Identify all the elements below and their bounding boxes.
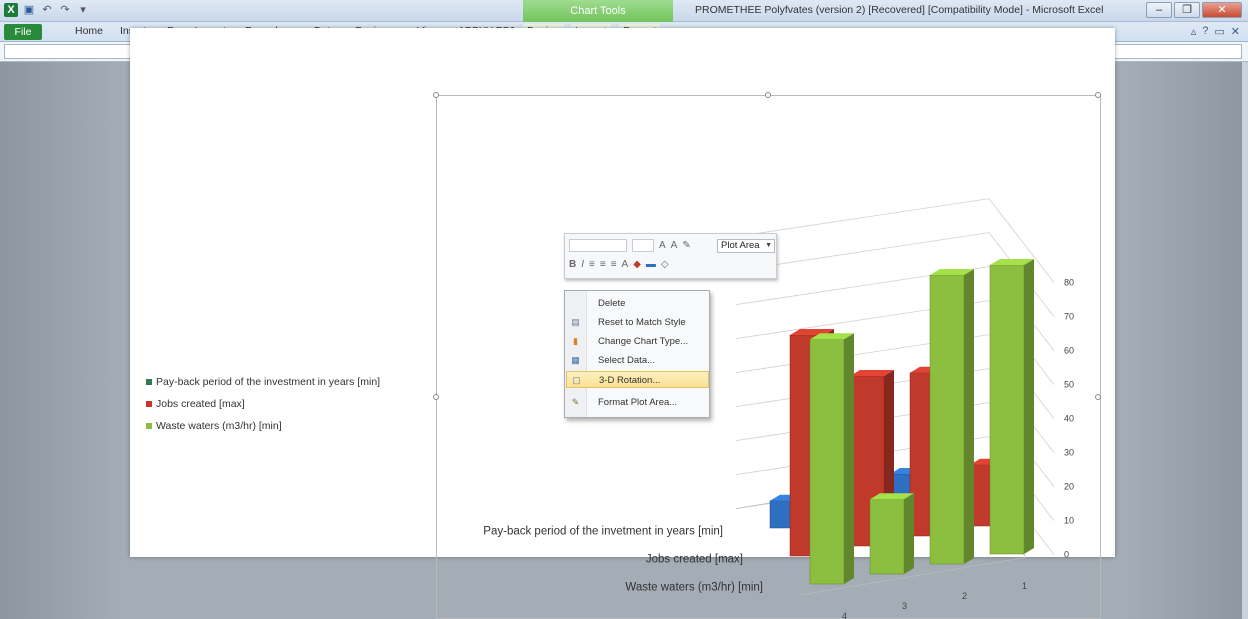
line-color-icon[interactable]: ▬ (646, 259, 656, 270)
chart-element-label: Plot Area (721, 240, 760, 251)
chart-tools-label: Chart Tools (523, 0, 673, 22)
undo-icon[interactable]: ↶ (40, 3, 54, 17)
excel-icon[interactable]: X (4, 3, 18, 17)
bold-icon[interactable]: B (569, 259, 576, 270)
help-icon[interactable]: ? (1202, 25, 1208, 38)
font-color-icon[interactable]: A (622, 259, 629, 270)
maximize-button[interactable]: ❐ (1174, 2, 1200, 18)
legend-item[interactable]: Waste waters (m3/hr) [min] (146, 415, 380, 437)
close-button[interactable]: ✕ (1202, 2, 1242, 18)
legend-label: Waste waters (m3/hr) [min] (156, 420, 282, 432)
menu-item-change-chart-type[interactable]: ▮ Change Chart Type... (566, 333, 709, 350)
mini-toolbar-row-font: A A ✎ (569, 239, 691, 252)
chart-icon: ▮ (573, 336, 578, 346)
menu-item-label: Change Chart Type... (598, 336, 689, 347)
shrink-font-icon[interactable]: A (671, 240, 678, 251)
customize-qat-icon[interactable]: ▾ (76, 3, 90, 17)
legend-label: Pay-back period of the investment in yea… (156, 376, 381, 388)
fill-color-icon[interactable]: ◆ (633, 259, 641, 270)
paint-icon[interactable]: ✎ (682, 240, 690, 251)
reset-icon: ▤ (571, 317, 580, 327)
title-bar: X ▣ ↶ ↷ ▾ Chart Tools PROMETHEE Polyfvat… (0, 0, 1248, 22)
legend-item[interactable]: Pay-back period of the investment in yea… (146, 371, 380, 393)
tab-home[interactable]: Home (75, 25, 103, 37)
menu-item-label: 3-D Rotation... (599, 375, 661, 386)
ribbon-right-controls: ▵ ? ▭ ✕ (1191, 25, 1240, 38)
grow-font-icon[interactable]: A (659, 240, 666, 251)
chart-element-dropdown[interactable]: Plot Area ▼ (717, 239, 775, 253)
mini-toolbar: A A ✎ Plot Area ▼ B I ≡ ≡ ≡ A ◆ ▬ ◇ (564, 233, 777, 279)
menu-item-label: Format Plot Area... (598, 397, 678, 408)
font-name-box[interactable] (569, 239, 627, 252)
resize-handle-top-left[interactable] (433, 92, 439, 98)
resize-handle-left[interactable] (433, 394, 439, 400)
resize-handle-top-right[interactable] (1095, 92, 1101, 98)
restore-window-icon[interactable]: ▭ (1214, 25, 1224, 38)
menu-item-3d-rotation[interactable]: ▢ 3-D Rotation... (566, 371, 709, 388)
plot-area-frame[interactable] (433, 92, 1101, 619)
name-box[interactable] (4, 44, 146, 59)
menu-item-label: Reset to Match Style (598, 317, 686, 328)
rotation-icon: ▢ (572, 375, 581, 385)
menu-item-label: Select Data... (598, 355, 656, 366)
close-workbook-icon[interactable]: ✕ (1231, 25, 1240, 38)
window-title: PROMETHEE Polyfvates (version 2) [Recove… (695, 4, 1104, 16)
window-controls: – ❐ ✕ (1146, 2, 1242, 18)
context-menu: Delete ▤ Reset to Match Style ▮ Change C… (564, 290, 710, 418)
menu-item-label: Delete (598, 298, 626, 309)
chevron-down-icon: ▼ (765, 242, 772, 249)
tab-file[interactable]: File (4, 24, 42, 40)
menu-item-reset-style[interactable]: ▤ Reset to Match Style (566, 314, 709, 331)
italic-icon[interactable]: I (581, 259, 584, 270)
legend-swatch (146, 401, 152, 407)
save-icon[interactable]: ▣ (22, 3, 36, 17)
resize-handle-top[interactable] (765, 92, 771, 98)
minimize-button[interactable]: – (1146, 2, 1172, 18)
shape-style-icon[interactable]: ◇ (661, 259, 669, 270)
align-left-icon[interactable]: ≡ (589, 259, 595, 270)
vertical-scrollbar[interactable] (1242, 62, 1248, 619)
minimize-ribbon-icon[interactable]: ▵ (1191, 25, 1197, 38)
format-icon: ✎ (571, 397, 580, 407)
chart-legend[interactable]: Pay-back period of the investment in yea… (146, 371, 380, 437)
align-right-icon[interactable]: ≡ (611, 259, 617, 270)
menu-item-delete[interactable]: Delete (566, 295, 709, 312)
resize-handle-right[interactable] (1095, 394, 1101, 400)
legend-swatch (146, 423, 152, 429)
font-size-box[interactable] (632, 239, 654, 252)
legend-item[interactable]: Jobs created [max] (146, 393, 380, 415)
legend-swatch (146, 379, 152, 385)
quick-access-toolbar: X ▣ ↶ ↷ ▾ (4, 3, 90, 17)
menu-item-select-data[interactable]: ▦ Select Data... (566, 352, 709, 369)
mini-toolbar-row-format: B I ≡ ≡ ≡ A ◆ ▬ ◇ (569, 259, 669, 270)
redo-icon[interactable]: ↷ (58, 3, 72, 17)
align-center-icon[interactable]: ≡ (600, 259, 606, 270)
data-icon: ▦ (571, 355, 580, 365)
legend-label: Jobs created [max] (156, 398, 245, 410)
menu-item-format-plot-area[interactable]: ✎ Format Plot Area... (566, 394, 709, 411)
